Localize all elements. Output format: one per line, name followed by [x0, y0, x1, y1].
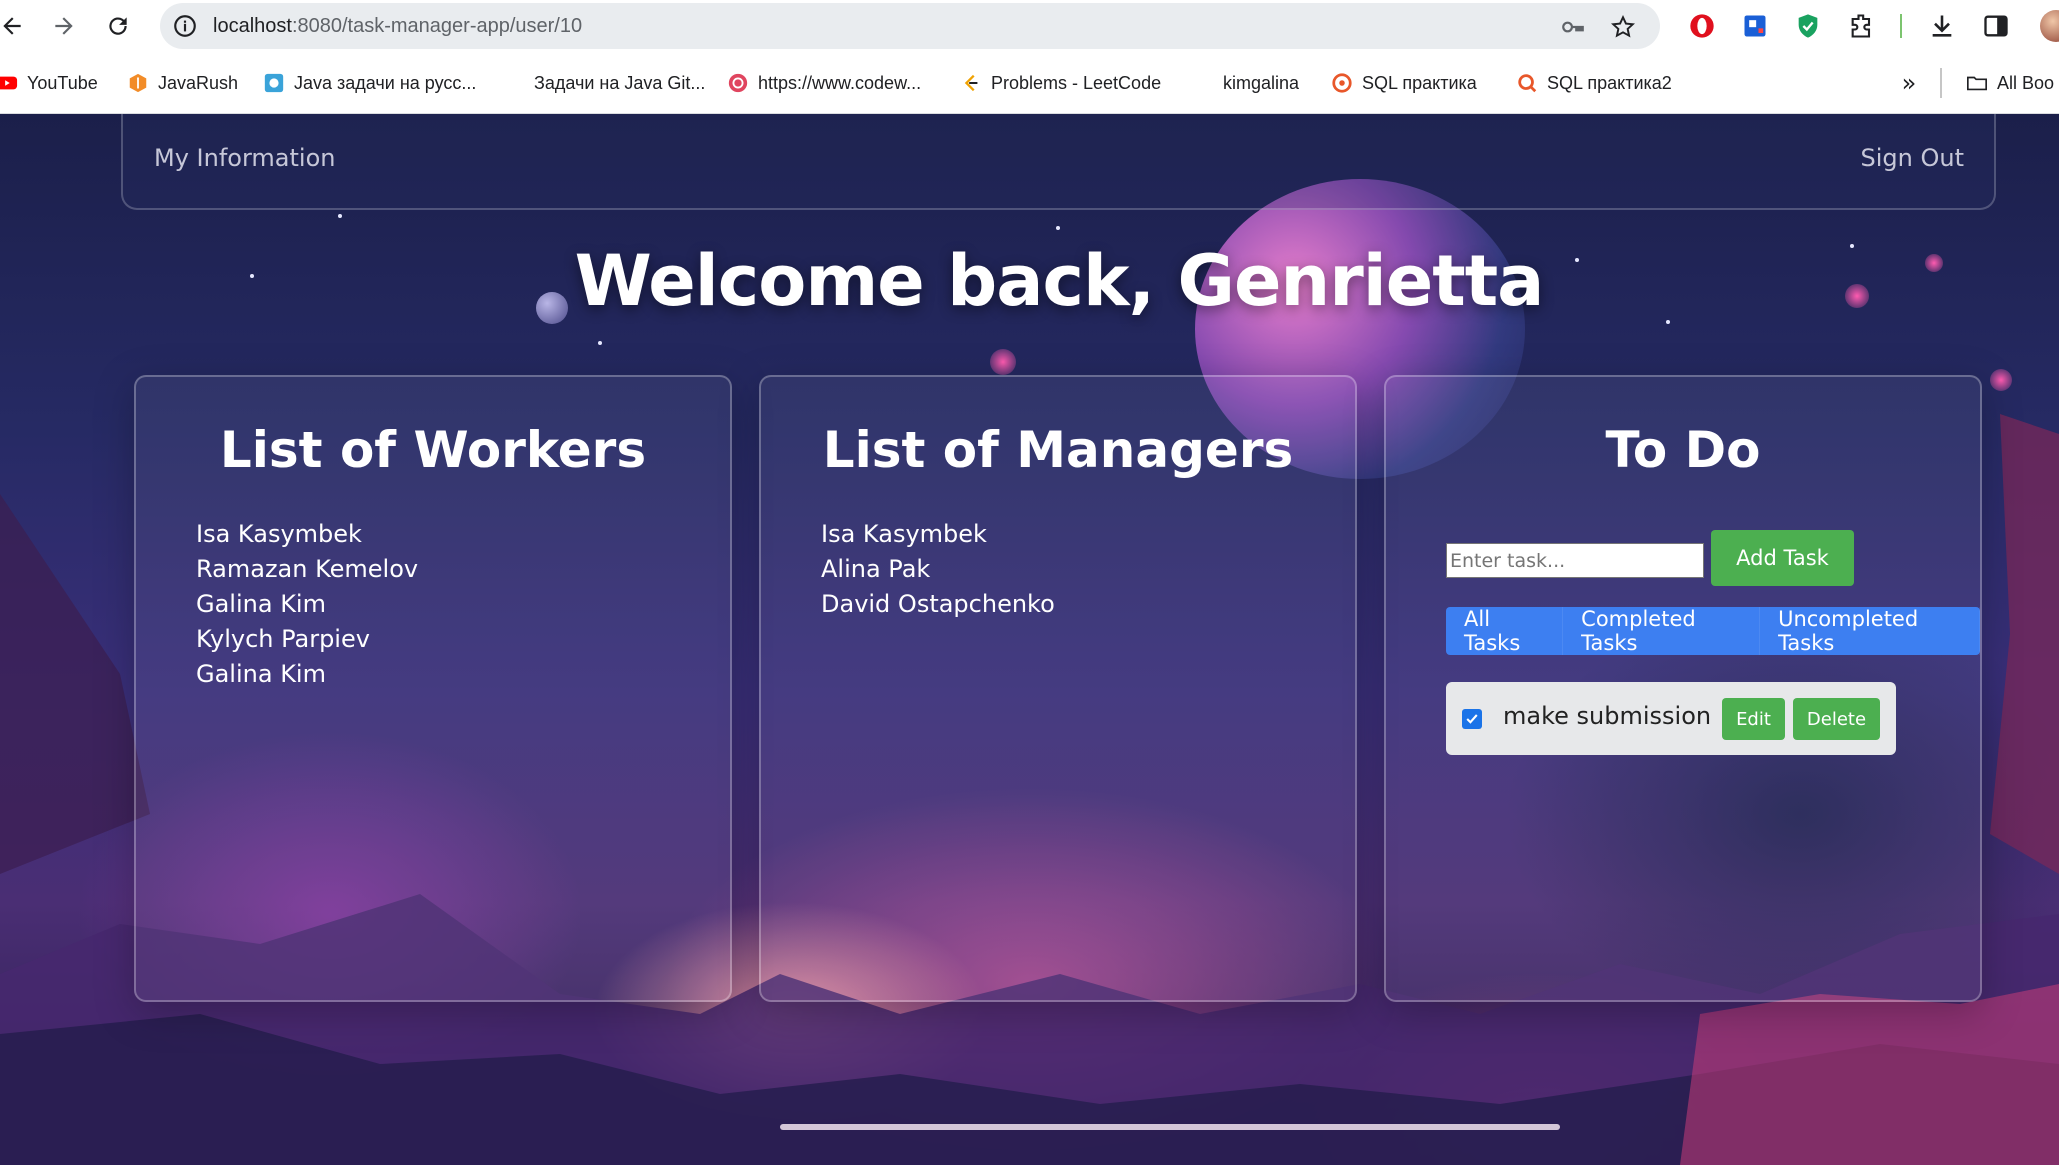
checkmark-icon: [1466, 714, 1478, 724]
opera-icon[interactable]: [1688, 12, 1716, 40]
forward-icon[interactable]: [44, 6, 84, 46]
worker-item: Kylych Parpiev: [196, 625, 370, 653]
leetcode-icon: [960, 72, 982, 94]
task-input[interactable]: [1446, 543, 1704, 578]
key-icon[interactable]: [1560, 14, 1586, 40]
todo-title: To Do: [1605, 421, 1761, 479]
page-viewport: My Information Sign Out Welcome back, Ge…: [0, 114, 2059, 1165]
bookmarks-more-button[interactable]: »: [1894, 68, 1924, 98]
address-bar[interactable]: localhost:8080/task-manager-app/user/10: [160, 3, 1660, 49]
bookmark-java-git[interactable]: Задачи на Java Git...: [534, 52, 705, 114]
managers-list: Isa Kasymbek Alina Pak David Ostapchenko: [821, 517, 1055, 622]
url-text: localhost:8080/task-manager-app/user/10: [213, 15, 583, 37]
bookmark-kimgalina[interactable]: kimgalina: [1223, 52, 1299, 114]
background-water-reflection: [780, 1124, 1560, 1130]
bookmark-leetcode[interactable]: Problems - LeetCode: [960, 52, 1161, 114]
bookmarks-divider: [1940, 68, 1942, 98]
todo-panel: To Do Add Task All Tasks Completed Tasks…: [1384, 375, 1982, 1002]
delete-task-button[interactable]: Delete: [1793, 698, 1880, 740]
extensions-puzzle-icon[interactable]: [1848, 12, 1876, 40]
welcome-heading: Welcome back, Genrietta: [574, 240, 1545, 322]
sql-icon: [1331, 72, 1353, 94]
worker-item: Isa Kasymbek: [196, 520, 362, 548]
reload-icon[interactable]: [98, 6, 138, 46]
filter-all-tasks[interactable]: All Tasks: [1446, 607, 1564, 655]
sign-out-link[interactable]: Sign Out: [1861, 144, 1965, 172]
worker-item: Galina Kim: [196, 660, 326, 688]
task-filter-bar: All Tasks Completed Tasks Uncompleted Ta…: [1446, 607, 1981, 655]
javarush-icon: [127, 72, 149, 94]
shield-icon[interactable]: [1794, 12, 1822, 40]
all-bookmarks-button[interactable]: All Boo: [1966, 52, 2054, 114]
filter-completed-tasks[interactable]: Completed Tasks: [1563, 607, 1761, 655]
managers-title: List of Managers: [822, 421, 1294, 479]
worker-item: Ramazan Kemelov: [196, 555, 419, 583]
bookmark-javarush[interactable]: JavaRush: [127, 52, 238, 114]
my-information-link[interactable]: My Information: [154, 144, 335, 172]
worker-item: Galina Kim: [196, 590, 326, 618]
bookmarks-bar: YouTube JavaRush Java задачи на русс... …: [0, 52, 2059, 114]
extension-blue-icon[interactable]: [1741, 12, 1769, 40]
codewars-icon: [727, 72, 749, 94]
manager-item: Isa Kasymbek: [821, 520, 987, 548]
bookmark-sql-practice2[interactable]: SQL практика2: [1516, 52, 1672, 114]
side-panel-icon[interactable]: [1982, 12, 2010, 40]
bookmark-sql-practice[interactable]: SQL практика: [1331, 52, 1477, 114]
top-navbar: My Information Sign Out: [121, 114, 1996, 210]
task-checkbox[interactable]: [1462, 709, 1482, 729]
profile-avatar[interactable]: [2040, 10, 2059, 42]
bookmark-java-tasks[interactable]: Java задачи на русс...: [263, 52, 476, 114]
browser-toolbar: localhost:8080/task-manager-app/user/10: [0, 0, 2059, 52]
site-info-icon[interactable]: [172, 13, 198, 39]
workers-panel: List of Workers Isa Kasymbek Ramazan Kem…: [134, 375, 732, 1002]
manager-item: Alina Pak: [821, 555, 931, 583]
task-item: make submission Edit Delete: [1446, 682, 1896, 755]
back-icon[interactable]: [0, 6, 32, 46]
bookmark-youtube[interactable]: YouTube: [0, 52, 98, 114]
edit-task-button[interactable]: Edit: [1722, 698, 1785, 740]
folder-icon: [1966, 72, 1988, 94]
toolbar-divider: [1900, 14, 1902, 38]
managers-panel: List of Managers Isa Kasymbek Alina Pak …: [759, 375, 1357, 1002]
workers-title: List of Workers: [219, 421, 647, 479]
star-icon[interactable]: [1610, 14, 1636, 40]
task-text: make submission: [1503, 702, 1712, 730]
youtube-icon: [0, 72, 18, 94]
bookmark-codewars[interactable]: https://www.codew...: [727, 52, 921, 114]
download-icon[interactable]: [1928, 12, 1956, 40]
workers-list: Isa Kasymbek Ramazan Kemelov Galina Kim …: [196, 517, 418, 692]
manager-item: David Ostapchenko: [821, 590, 1055, 618]
add-task-button[interactable]: Add Task: [1711, 530, 1854, 586]
filter-uncompleted-tasks[interactable]: Uncompleted Tasks: [1760, 607, 1981, 655]
sql-icon: [1516, 72, 1538, 94]
puzzle-icon: [263, 72, 285, 94]
